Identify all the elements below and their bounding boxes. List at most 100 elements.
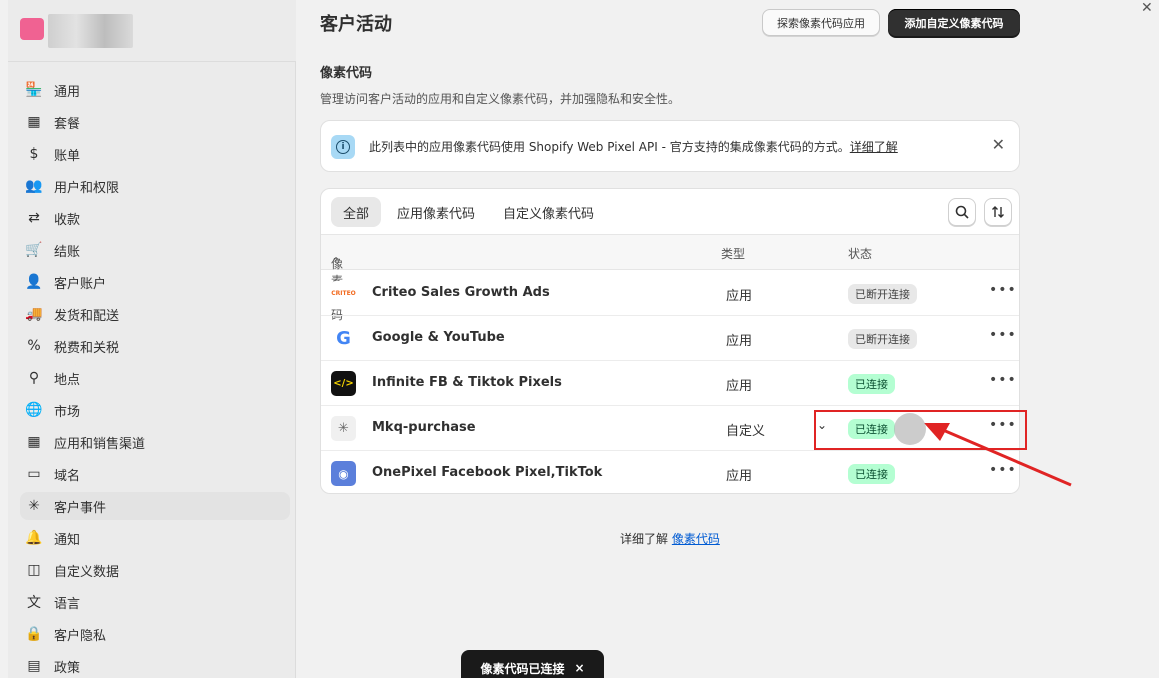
table-row[interactable]: </> Infinite FB & Tiktok Pixels 应用 已连接 •••: [321, 361, 1019, 406]
banner-text: 此列表中的应用像素代码使用 Shopify Web Pixel API - 官方…: [369, 138, 898, 155]
sidebar-item[interactable]: ▭ 域名: [20, 460, 290, 488]
sidebar-item[interactable]: 文语言: [20, 588, 290, 616]
sidebar-item[interactable]: 🚚 发货和配送: [20, 300, 290, 328]
filter-tab[interactable]: 应用像素代码: [385, 197, 487, 227]
column-header-status: 状态: [848, 247, 873, 261]
truck-icon: 🚚: [25, 306, 43, 322]
plan-icon: ▦: [27, 114, 41, 130]
sidebar-item[interactable]: $ 账单: [20, 140, 290, 168]
pixel-type: 自定义: [726, 424, 766, 439]
chevron-down-icon[interactable]: ⌄: [817, 418, 827, 432]
sidebar-item[interactable]: ⚲ 地点: [20, 364, 290, 392]
apps-icon: ▦: [27, 434, 41, 450]
pixel-name: Mkq-purchase: [372, 420, 476, 435]
app-logo-icon: CRITEO: [331, 281, 356, 306]
cart-icon: 🛒: [25, 242, 43, 258]
sidebar-item[interactable]: ⇄ 收款: [20, 204, 290, 232]
info-icon: i: [331, 135, 355, 159]
banner-message: 此列表中的应用像素代码使用 Shopify Web Pixel API - 官方…: [369, 140, 850, 154]
banner-learn-more-link[interactable]: 详细了解: [850, 140, 898, 154]
bell-icon: 🔔: [25, 530, 43, 546]
pixel-type: 应用: [726, 379, 753, 394]
pixel-type: 应用: [726, 289, 753, 304]
pixel-type: 应用: [726, 334, 753, 349]
toast-text: 像素代码已连接: [480, 661, 565, 676]
status-badge: 已断开连接: [848, 329, 917, 349]
sidebar-item[interactable]: % 税费和关税: [20, 332, 290, 360]
store-name-blurred: [48, 14, 133, 48]
column-header-type: 类型: [721, 247, 746, 261]
sidebar-item[interactable]: ◫ 自定义数据: [20, 556, 290, 584]
pixel-name: OnePixel Facebook Pixel,TikTok: [372, 465, 603, 480]
sidebar-item-label: 账单: [54, 148, 81, 164]
footer-pixels-link[interactable]: 像素代码: [672, 532, 720, 546]
more-actions-icon[interactable]: •••: [989, 372, 1017, 388]
person-icon: 👤: [25, 274, 43, 290]
store-logo[interactable]: [20, 14, 135, 50]
pixel-name: Google & YouTube: [372, 330, 505, 345]
sidebar-item[interactable]: 🛒 结账: [20, 236, 290, 264]
location-icon: ⚲: [28, 370, 40, 386]
sidebar-item-label: 域名: [54, 468, 81, 484]
sidebar-item[interactable]: 🔔 通知: [20, 524, 290, 552]
payments-icon: ⇄: [28, 210, 40, 226]
settings-sidebar: 🏪 通用 ▦ 套餐 $ 账单 👥 用户和权限 ⇄ 收款 🛒 结账 👤 客户账户 🚚 发货和配送 % 税费和关税 ⚲ 地…: [8, 0, 296, 678]
section-title: 像素代码: [320, 66, 373, 81]
tax-icon: %: [27, 338, 41, 354]
sidebar-item[interactable]: ▦ 应用和销售渠道: [20, 428, 290, 456]
explore-pixel-apps-button[interactable]: 探索像素代码应用: [762, 9, 880, 36]
table-row[interactable]: CRITEO Criteo Sales Growth Ads 应用 已断开连接 •••: [321, 271, 1019, 316]
users-icon: 👥: [25, 178, 43, 194]
sidebar-item[interactable]: ▤ 政策: [20, 652, 290, 678]
close-icon[interactable]: ✕: [1141, 0, 1153, 16]
pixel-icon: ✳: [28, 498, 40, 514]
search-icon[interactable]: [948, 198, 976, 226]
sidebar-item-label: 应用和销售渠道: [54, 436, 146, 452]
sidebar-item[interactable]: 🌐 市场: [20, 396, 290, 424]
sidebar-item[interactable]: 🔒 客户隐私: [20, 620, 290, 648]
more-actions-icon[interactable]: •••: [989, 282, 1017, 298]
more-actions-icon[interactable]: •••: [989, 327, 1017, 343]
status-badge: 已断开连接: [848, 284, 917, 304]
sidebar-item[interactable]: 👤 客户账户: [20, 268, 290, 296]
page-title: 客户活动: [320, 14, 392, 35]
status-badge: 已连接: [848, 464, 895, 484]
filter-tab[interactable]: 全部: [331, 197, 382, 227]
language-icon: 文: [27, 595, 41, 611]
sidebar-item[interactable]: ▦ 套餐: [20, 108, 290, 136]
pixel-name: Criteo Sales Growth Ads: [372, 285, 550, 300]
sidebar-item-label: 通用: [54, 84, 81, 100]
store-avatar: [20, 18, 44, 40]
sidebar-item-label: 客户隐私: [54, 628, 107, 644]
sidebar-item[interactable]: ✳ 客户事件: [20, 492, 290, 520]
policy-icon: ▤: [27, 658, 41, 674]
pixel-type: 应用: [726, 469, 753, 484]
status-badge: 已连接: [848, 374, 895, 394]
sidebar-item-label: 语言: [54, 596, 81, 612]
sidebar-item-label: 套餐: [54, 116, 81, 132]
domain-icon: ▭: [27, 466, 41, 482]
app-logo-icon: ◉: [331, 461, 356, 486]
app-logo-icon: </>: [331, 371, 356, 396]
sidebar-item-label: 用户和权限: [54, 180, 120, 196]
table-row[interactable]: G Google & YouTube 应用 已断开连接 •••: [321, 316, 1019, 361]
app-logo-icon: ✳: [331, 416, 356, 441]
filter-tab[interactable]: 自定义像素代码: [491, 197, 606, 227]
sidebar-item-label: 客户事件: [54, 500, 107, 516]
section-description: 管理访问客户活动的应用和自定义像素代码，并加强隐私和安全性。: [320, 92, 681, 106]
store-header: [8, 0, 296, 62]
sidebar-item-label: 政策: [54, 660, 81, 676]
sidebar-item[interactable]: 👥 用户和权限: [20, 172, 290, 200]
toast-close-icon[interactable]: ×: [574, 661, 584, 675]
filter-tabs: 全部 应用像素代码 自定义像素代码: [331, 197, 610, 227]
status-badge: 已连接: [848, 419, 895, 439]
lock-icon: 🔒: [25, 626, 43, 642]
sidebar-item[interactable]: 🏪 通用: [20, 76, 290, 104]
sidebar-item-label: 通知: [54, 532, 81, 548]
info-banner: i 此列表中的应用像素代码使用 Shopify Web Pixel API - …: [320, 120, 1020, 172]
footer-note: 详细了解 像素代码: [620, 530, 720, 547]
sort-caret-icon: ⌃: [331, 255, 342, 269]
add-custom-pixel-button[interactable]: 添加自定义像素代码: [888, 9, 1020, 36]
banner-close-icon[interactable]: ✕: [992, 135, 1005, 154]
sort-icon[interactable]: [984, 198, 1012, 226]
